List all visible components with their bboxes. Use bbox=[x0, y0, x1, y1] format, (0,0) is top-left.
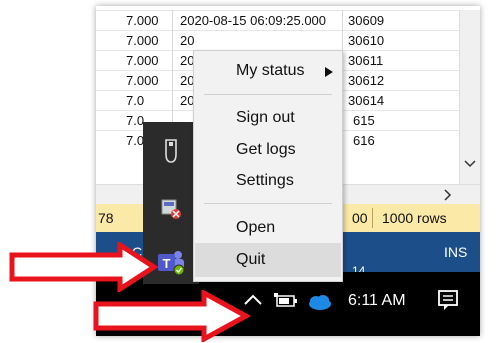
grid-cell: 30610 bbox=[348, 33, 385, 48]
menu-item-get-logs[interactable]: Get logs bbox=[236, 141, 296, 159]
grid-cell: 2020-08-15 06:09:25.000 bbox=[180, 13, 327, 28]
grid-cell: 7.0 bbox=[126, 113, 145, 128]
submenu-arrow-icon bbox=[325, 67, 333, 77]
insert-mode-indicator: INS bbox=[444, 244, 468, 260]
teams-context-menu: My status Sign out Get logs Settings Ope… bbox=[193, 50, 343, 282]
menu-item-my-status[interactable]: My status bbox=[236, 62, 304, 80]
grid-cell: 7.0 bbox=[126, 133, 145, 148]
menu-item-sign-out[interactable]: Sign out bbox=[236, 109, 295, 127]
grid-cell: 7.000 bbox=[126, 13, 159, 28]
row-count: 1000 rows bbox=[382, 210, 447, 226]
teams-icon[interactable]: T bbox=[156, 248, 186, 276]
menu-item-hover-highlight bbox=[195, 243, 341, 277]
clock[interactable]: 6:11 AM bbox=[348, 292, 406, 310]
svg-text:T: T bbox=[163, 256, 171, 271]
status-text: 78 bbox=[98, 210, 114, 226]
menu-item-open[interactable]: Open bbox=[236, 219, 275, 237]
grid-cell: 615 bbox=[353, 113, 375, 128]
grid-cell: 7.000 bbox=[126, 73, 159, 88]
grid-cell: 616 bbox=[353, 133, 375, 148]
grid-cell: 7.000 bbox=[126, 53, 159, 68]
device-manager-icon[interactable] bbox=[160, 198, 182, 220]
vertical-scrollbar[interactable] bbox=[459, 10, 480, 186]
table-row[interactable]: 7.000 20 30610 bbox=[96, 30, 460, 51]
annotation-arrow bbox=[93, 290, 252, 342]
grid-cell: 30612 bbox=[348, 73, 385, 88]
table-row[interactable]: 7.000 2020-08-15 06:09:25.000 30609 bbox=[96, 10, 460, 31]
chevron-down-icon[interactable] bbox=[460, 10, 480, 186]
chevron-right-icon[interactable] bbox=[438, 185, 458, 205]
grid-cell: 30609 bbox=[348, 13, 385, 28]
onedrive-cloud-icon[interactable] bbox=[306, 293, 332, 311]
grid-cell: 7.0 bbox=[126, 93, 145, 108]
menu-item-quit[interactable]: Quit bbox=[236, 251, 265, 269]
menu-separator bbox=[204, 203, 332, 204]
menu-separator bbox=[204, 94, 332, 95]
grid-cell: 30614 bbox=[348, 93, 385, 108]
grid-cell: 20 bbox=[180, 33, 195, 48]
status-divider bbox=[372, 208, 373, 228]
status-text: 00 bbox=[352, 210, 368, 226]
annotation-arrow bbox=[9, 242, 158, 292]
menu-item-settings[interactable]: Settings bbox=[236, 172, 294, 190]
action-center-icon[interactable] bbox=[436, 288, 460, 312]
grid-cell: 30611 bbox=[348, 53, 384, 68]
grid-cell: 7.000 bbox=[126, 33, 159, 48]
usb-drive-icon[interactable] bbox=[161, 138, 181, 164]
battery-icon[interactable] bbox=[274, 291, 300, 311]
